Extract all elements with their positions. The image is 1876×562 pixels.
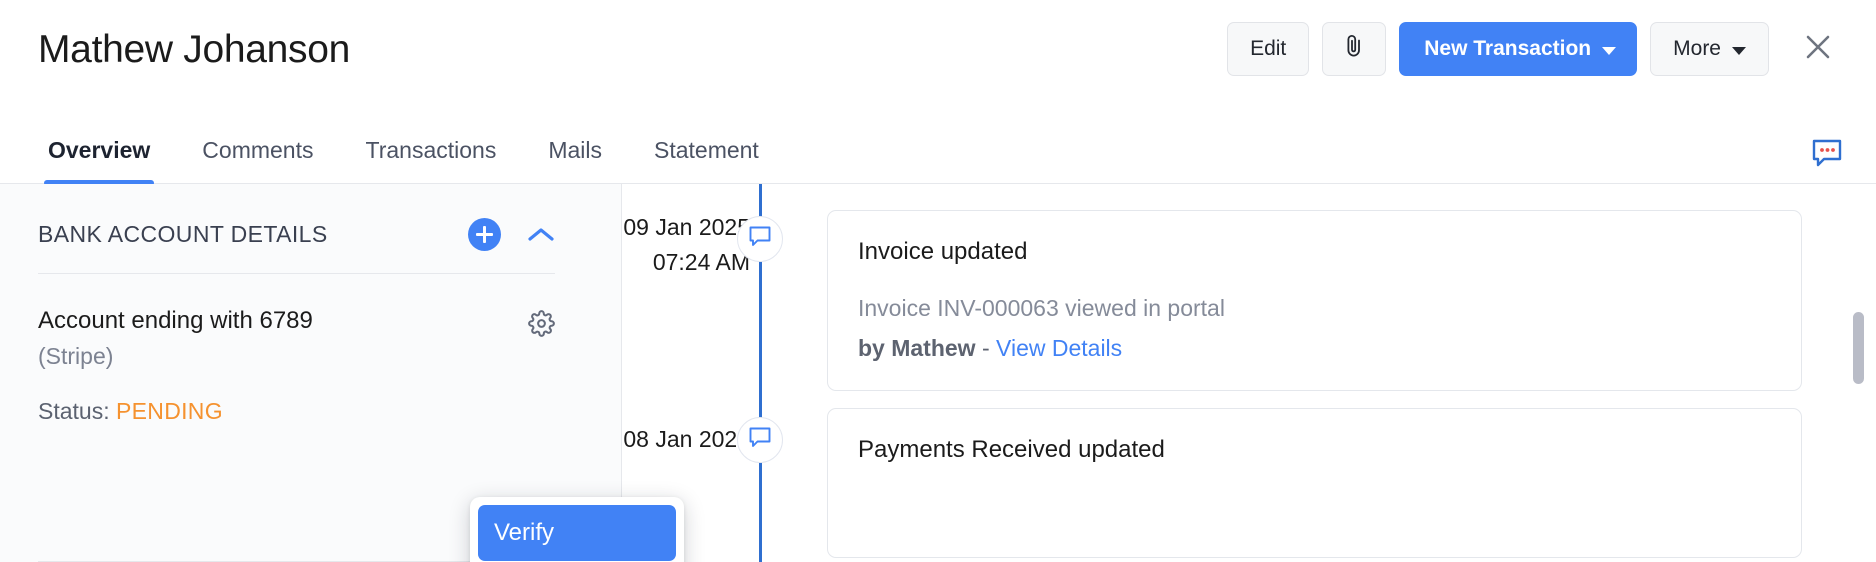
comments-toggle-button[interactable] xyxy=(1810,137,1844,169)
new-transaction-label: New Transaction xyxy=(1424,37,1591,61)
chevron-up-icon xyxy=(527,231,555,248)
card-author: by Mathew xyxy=(858,335,976,361)
attachment-button[interactable] xyxy=(1322,22,1386,76)
tab-overview[interactable]: Overview xyxy=(22,137,176,183)
customer-detail-page: Mathew Johanson Edit New Transaction Mor… xyxy=(0,0,1876,562)
gear-icon xyxy=(528,324,555,341)
account-provider: (Stripe) xyxy=(38,343,313,370)
card-title: Payments Received updated xyxy=(858,433,1771,467)
timeline-card[interactable]: Invoice updated Invoice INV-000063 viewe… xyxy=(827,210,1802,391)
paperclip-icon xyxy=(1343,33,1365,65)
add-bank-account-button[interactable] xyxy=(468,218,501,251)
section-header-icons xyxy=(468,218,555,251)
bank-details-header: BANK ACCOUNT DETAILS xyxy=(38,184,555,274)
close-button[interactable] xyxy=(1796,27,1840,71)
page-title: Mathew Johanson xyxy=(38,28,350,72)
chevron-down-icon xyxy=(1602,47,1616,55)
timeline-card[interactable]: Payments Received updated xyxy=(827,408,1802,558)
new-transaction-button[interactable]: New Transaction xyxy=(1399,22,1637,76)
account-settings-button[interactable] xyxy=(528,310,555,337)
view-details-link[interactable]: View Details xyxy=(996,335,1122,361)
tab-bar: Overview Comments Transactions Mails Sta… xyxy=(0,100,1876,184)
comment-bubble-icon xyxy=(1810,156,1844,173)
tab-comments[interactable]: Comments xyxy=(176,137,339,183)
card-subtitle: Invoice INV-000063 viewed in portal xyxy=(858,291,1771,327)
close-icon xyxy=(1802,31,1834,68)
tab-statement[interactable]: Statement xyxy=(628,137,785,183)
chat-bubble-icon xyxy=(748,225,772,253)
card-byline: by Mathew - View Details xyxy=(858,335,1771,362)
status-label: Status: xyxy=(38,398,110,424)
timeline-date-text: 08 Jan 2025 xyxy=(622,422,750,457)
card-title: Invoice updated xyxy=(858,235,1771,269)
page-header: Mathew Johanson Edit New Transaction Mor… xyxy=(0,0,1876,100)
tab-transactions[interactable]: Transactions xyxy=(340,137,523,183)
content-area: BANK ACCOUNT DETAILS Account xyxy=(0,184,1876,562)
timeline-date: 09 Jan 2025 07:24 AM xyxy=(622,210,750,279)
activity-timeline: 09 Jan 2025 07:24 AM Invoice updated Inv… xyxy=(622,184,1876,562)
bank-account-text: Account ending with 6789 (Stripe) xyxy=(38,304,313,370)
timeline-marker[interactable] xyxy=(737,417,783,463)
timeline-date-text: 09 Jan 2025 xyxy=(622,210,750,245)
timeline-date: 08 Jan 2025 xyxy=(622,422,750,457)
menu-item-verify[interactable]: Verify xyxy=(478,505,676,561)
card-separator: - xyxy=(982,335,990,361)
status-badge: PENDING xyxy=(116,398,223,424)
account-name: Account ending with 6789 xyxy=(38,304,313,339)
bank-account-item: Account ending with 6789 (Stripe) St xyxy=(38,274,585,425)
more-button[interactable]: More xyxy=(1650,22,1769,76)
edit-button[interactable]: Edit xyxy=(1227,22,1309,76)
collapse-section-button[interactable] xyxy=(527,226,555,244)
more-label: More xyxy=(1673,37,1721,61)
header-actions: Edit New Transaction More xyxy=(1227,22,1840,76)
chevron-down-icon xyxy=(1732,47,1746,55)
account-context-menu: Verify Delete xyxy=(470,497,684,562)
account-status: Status: PENDING xyxy=(38,398,585,425)
bank-account-row: Account ending with 6789 (Stripe) xyxy=(38,304,585,370)
tab-mails[interactable]: Mails xyxy=(522,137,628,183)
chat-bubble-icon xyxy=(748,426,772,454)
timeline-time-text: 07:24 AM xyxy=(622,245,750,280)
timeline-marker[interactable] xyxy=(737,216,783,262)
section-title: BANK ACCOUNT DETAILS xyxy=(38,221,328,248)
vertical-scrollbar[interactable] xyxy=(1853,312,1864,384)
